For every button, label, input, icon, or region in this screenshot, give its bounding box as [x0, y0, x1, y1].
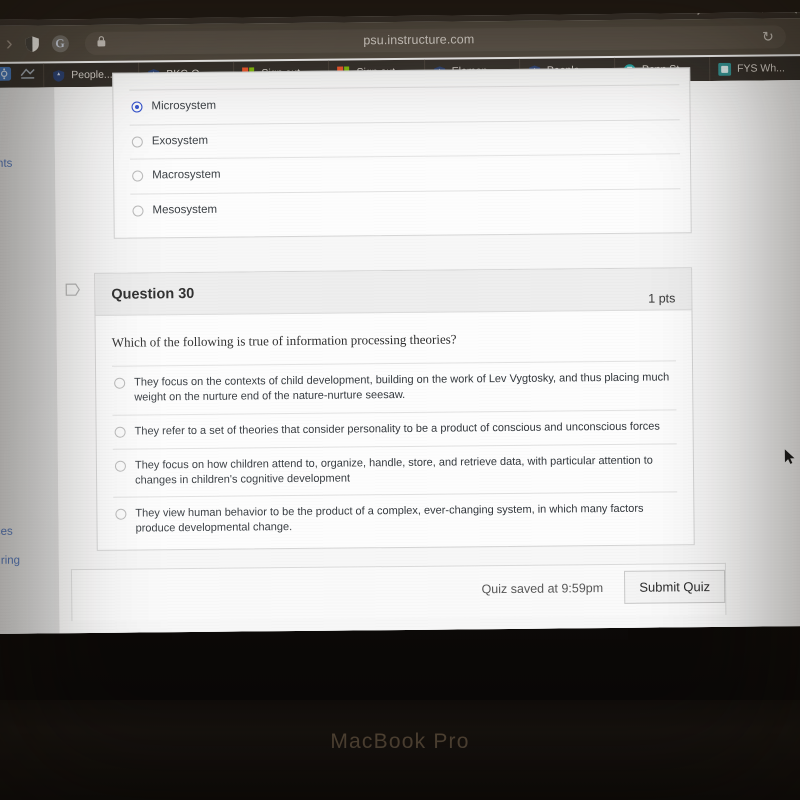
bluetooth-icon[interactable] — [694, 12, 703, 16]
answer-option[interactable]: They focus on how children attend to, or… — [112, 443, 678, 498]
answer-label: They focus on the contexts of child deve… — [134, 371, 670, 404]
sidebar-item[interactable]: ments — [0, 158, 12, 170]
radio-button[interactable] — [132, 170, 144, 182]
quiz-content: Microsystem Exosystem Macrosystem Mesosy… — [54, 67, 800, 634]
radio-button[interactable] — [132, 205, 144, 217]
browser-tab[interactable]: FYS Wh... — [708, 56, 800, 82]
answer-label: Microsystem — [151, 99, 217, 113]
answer-label: Mesosystem — [152, 203, 218, 216]
answer-label: Macrosystem — [152, 168, 221, 182]
pinned-tab-icon[interactable] — [20, 66, 35, 84]
question-title: Question 30 — [111, 285, 195, 303]
psu-shield-icon — [52, 69, 65, 82]
answer-option[interactable]: Microsystem — [129, 84, 680, 125]
question-body: Which of the following is true of inform… — [96, 310, 694, 550]
question-prompt: Which of the following is true of inform… — [111, 331, 457, 350]
sidebar-item[interactable]: retiring — [0, 555, 20, 567]
answer-option[interactable]: They view human behavior to be the produ… — [113, 491, 678, 546]
battery-icon[interactable] — [716, 12, 741, 14]
radio-button[interactable] — [114, 460, 127, 472]
mouse-cursor — [784, 448, 796, 466]
canvas-app-icon[interactable] — [0, 66, 12, 85]
quiz-footer-bar: Quiz saved at 9:59pm Submit Quiz — [70, 562, 727, 622]
question-30-card: Question 30 1 pts Which of the following… — [65, 267, 695, 551]
forward-icon[interactable]: › — [6, 33, 13, 55]
grammarly-icon[interactable]: G — [51, 34, 69, 52]
macbook-pro-label: MacBook Pro — [330, 730, 470, 753]
radio-button[interactable] — [114, 426, 126, 438]
quiz-saved-status: Quiz saved at 9:59pm — [481, 581, 604, 597]
teams-icon — [717, 62, 732, 76]
flag-outline-icon[interactable] — [65, 283, 80, 296]
answer-option[interactable]: Exosystem — [129, 118, 680, 159]
adblock-shield-icon[interactable] — [24, 35, 39, 52]
previous-question-card: Microsystem Exosystem Macrosystem Mesosy… — [112, 67, 692, 239]
question-30-options: They focus on the contexts of child deve… — [111, 360, 678, 546]
answer-label: They view human behavior to be the produ… — [135, 503, 644, 535]
browser-tab-label: FYS Wh... — [736, 62, 785, 75]
question-header: Question 30 1 pts — [95, 268, 692, 316]
question-points: 1 pts — [648, 291, 676, 306]
answer-label: They focus on how children attend to, or… — [134, 454, 653, 487]
answer-label: Exosystem — [151, 134, 209, 147]
tab-strip-lead — [0, 63, 43, 87]
course-nav-rail: 3FAmentstssonnsurcesretiring — [0, 87, 60, 634]
sidebar-item[interactable]: urces — [0, 526, 13, 538]
answer-label: They refer to a set of theories that con… — [134, 420, 660, 438]
browser-toolbar: › G psu.instructure.com ↻ — [0, 18, 800, 62]
answer-option[interactable]: They focus on the contexts of child deve… — [111, 360, 677, 415]
answer-option[interactable]: Macrosystem — [129, 153, 681, 194]
submit-quiz-button[interactable]: Submit Quiz — [624, 569, 726, 604]
answer-option[interactable]: They refer to a set of theories that con… — [112, 409, 677, 449]
wifi-icon[interactable] — [755, 12, 771, 13]
spotlight-search-icon[interactable] — [785, 12, 798, 14]
radio-button[interactable] — [131, 135, 143, 148]
address-bar[interactable]: psu.instructure.com ↻ — [84, 24, 786, 55]
radio-button[interactable] — [115, 509, 127, 521]
browser-tab-label: People... — [71, 68, 113, 82]
url-text: psu.instructure.com — [363, 32, 475, 48]
reload-icon[interactable]: ↻ — [762, 28, 774, 45]
canvas-page: 3FAmentstssonnsurcesretiring Microsystem… — [0, 67, 800, 634]
radio-button[interactable] — [114, 377, 126, 389]
answer-option[interactable]: Mesosystem — [130, 187, 681, 228]
laptop-photo: › G psu.instructure.com ↻ People... FYS … — [0, 0, 800, 800]
previous-question-options: Microsystem Exosystem Macrosystem Mesosy… — [129, 84, 681, 228]
laptop-screen: › G psu.instructure.com ↻ People... FYS … — [0, 12, 800, 634]
radio-button-selected[interactable] — [131, 101, 143, 113]
